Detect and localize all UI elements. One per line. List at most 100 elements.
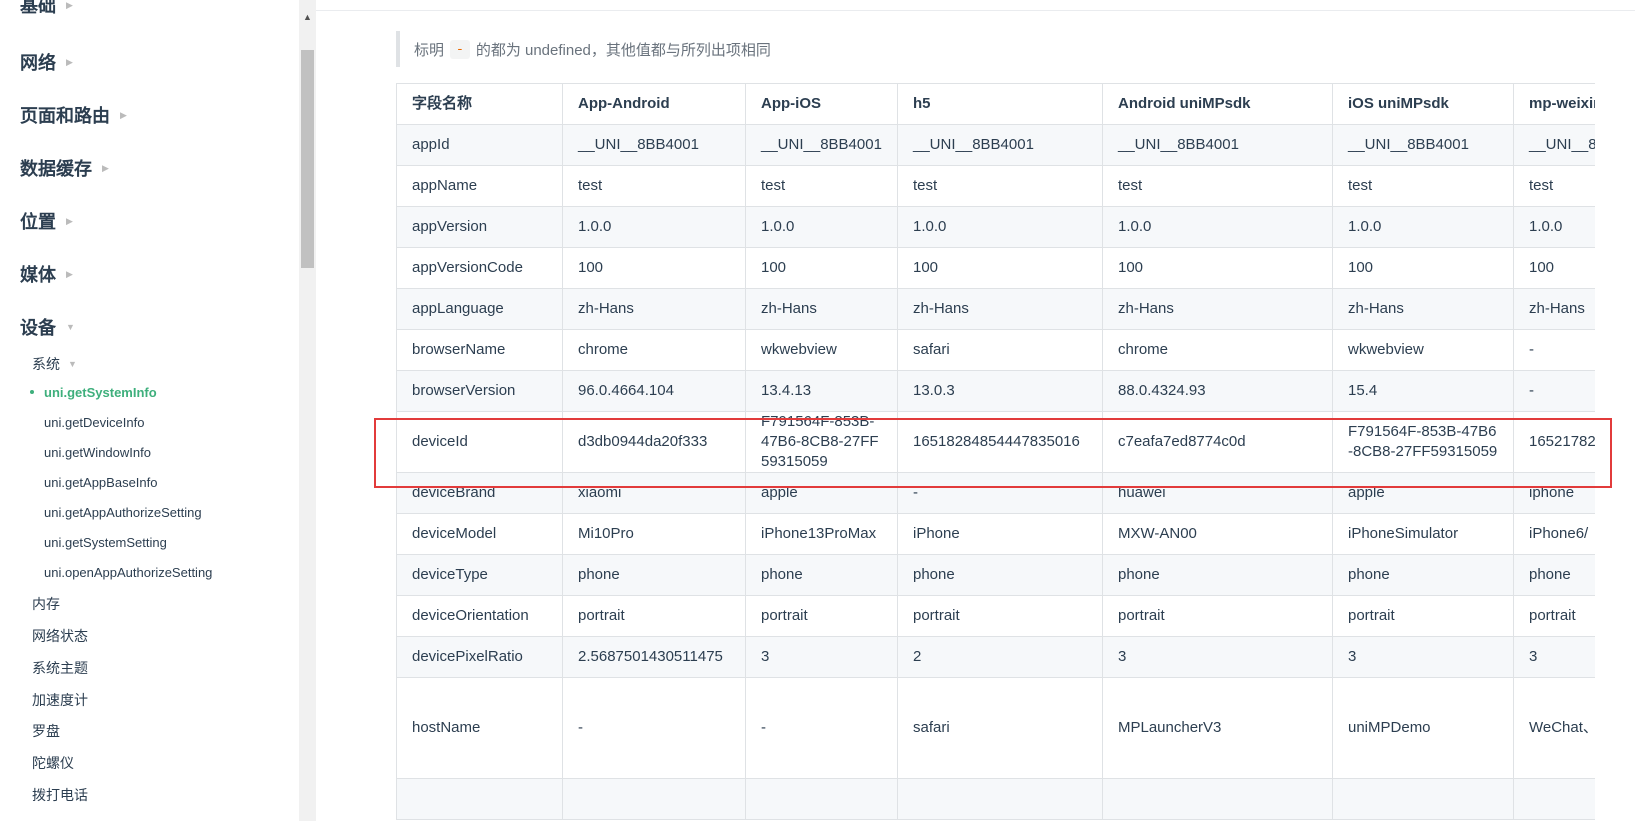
table-cell: iPhoneSimulator	[1332, 513, 1514, 555]
chevron-down-icon: ▼	[66, 322, 75, 332]
scrollbar-thumb[interactable]	[301, 50, 314, 268]
sidebar-group-label: 媒体	[20, 265, 56, 285]
sidebar-item-openappauthorizesetting[interactable]: uni.openAppAuthorizeSetting	[44, 565, 212, 580]
table-cell: deviceOrientation	[396, 595, 563, 637]
table-cell: 13.4.13	[745, 370, 898, 412]
table-header-cell: mp-weixin	[1513, 83, 1595, 125]
table-cell: 1.0.0	[1513, 206, 1595, 248]
table-cell: portrait	[1102, 595, 1333, 637]
table-cell: phone	[1332, 554, 1514, 596]
sidebar-item-getsysteminfo[interactable]: uni.getSystemInfo	[30, 385, 157, 400]
table-cell: apple	[745, 472, 898, 514]
table-cell: iphone	[1513, 472, 1595, 514]
table-cell: 13.0.3	[897, 370, 1103, 412]
table-row: deviceType phone phone phone phone phone…	[396, 554, 1595, 596]
table-cell: 100	[1102, 247, 1333, 289]
scroll-up-arrow-icon[interactable]: ▲	[303, 12, 312, 22]
table-header-row: 字段名称 App-Android App-iOS h5 Android uniM…	[396, 83, 1595, 125]
sidebar-group-label: 基础	[20, 0, 56, 16]
table-cell: 16518284854447835016	[897, 411, 1103, 473]
table-cell: phone	[897, 554, 1103, 596]
table-cell: zh-Hans	[562, 288, 746, 330]
sidebar-group-device[interactable]: 设备 ▼	[20, 314, 75, 340]
table-cell: 100	[745, 247, 898, 289]
table-cell: appVersionCode	[396, 247, 563, 289]
table-row: appLanguage zh-Hans zh-Hans zh-Hans zh-H…	[396, 288, 1595, 330]
table-cell: chrome	[1102, 329, 1333, 371]
sidebar-item-getsystemsetting[interactable]: uni.getSystemSetting	[44, 535, 167, 550]
chevron-right-icon: ▶	[120, 109, 127, 120]
table-row: appVersionCode 100 100 100 100 100 100	[396, 247, 1595, 289]
table-cell: test	[745, 165, 898, 207]
table-cell	[562, 778, 746, 820]
table-cell: iPhone6/	[1513, 513, 1595, 555]
table-cell: -	[897, 472, 1103, 514]
systeminfo-table-container[interactable]: 字段名称 App-Android App-iOS h5 Android uniM…	[396, 83, 1595, 821]
table-cell: 1.0.0	[897, 206, 1103, 248]
table-cell: 100	[562, 247, 746, 289]
table-row: devicePixelRatio 2.5687501430511475 3 2 …	[396, 636, 1595, 678]
sidebar-scrollbar[interactable]: ▲	[299, 0, 316, 821]
tip-block: 标明 - 的都为 undefined，其他值都与所列出项相同	[396, 31, 1596, 67]
table-cell: chrome	[562, 329, 746, 371]
sidebar-group-routing[interactable]: 页面和路由 ▶	[20, 102, 127, 128]
table-cell: -	[1513, 370, 1595, 412]
sidebar-item-memory[interactable]: 内存	[32, 594, 60, 614]
tip-code: -	[450, 39, 470, 59]
table-row: hostName - - safari MPLauncherV3 uniMPDe…	[396, 677, 1595, 779]
sidebar-group-label: 设备	[20, 318, 56, 338]
table-cell: zh-Hans	[745, 288, 898, 330]
table-cell: phone	[562, 554, 746, 596]
sidebar-item-getdeviceinfo[interactable]: uni.getDeviceInfo	[44, 415, 144, 430]
table-cell: uniMPDemo	[1332, 677, 1514, 779]
table-cell: portrait	[562, 595, 746, 637]
sidebar-item-make-phone-call[interactable]: 拨打电话	[32, 785, 88, 805]
table-cell: 3	[745, 636, 898, 678]
table-cell	[745, 778, 898, 820]
table-cell: __UNI__8BB4001	[1102, 124, 1333, 166]
sidebar-group-storage[interactable]: 数据缓存 ▶	[20, 155, 109, 181]
table-cell	[1513, 778, 1595, 820]
table-cell: test	[1102, 165, 1333, 207]
sidebar-group-media[interactable]: 媒体 ▶	[20, 261, 73, 287]
table-cell: deviceId	[396, 411, 563, 473]
sidebar-item-gyroscope[interactable]: 陀螺仪	[32, 753, 74, 773]
table-cell: portrait	[897, 595, 1103, 637]
active-dot-icon	[30, 390, 34, 394]
table-cell: deviceType	[396, 554, 563, 596]
sidebar-subgroup-system[interactable]: 系统 ▼	[32, 354, 77, 374]
table-cell: __UNI__8BB4001	[745, 124, 898, 166]
sidebar-subgroup-label: 系统	[32, 356, 60, 372]
table-cell: xiaomi	[562, 472, 746, 514]
table-cell	[396, 778, 563, 820]
table-cell: apple	[1332, 472, 1514, 514]
sidebar-group-basic[interactable]: 基础 ▶	[20, 0, 73, 18]
table-row: deviceModel Mi10Pro iPhone13ProMax iPhon…	[396, 513, 1595, 555]
table-cell: 100	[897, 247, 1103, 289]
table-cell: test	[1513, 165, 1595, 207]
sidebar-item-getappauthorizesetting[interactable]: uni.getAppAuthorizeSetting	[44, 505, 202, 520]
table-cell: 2	[897, 636, 1103, 678]
table-row: appName test test test test test test	[396, 165, 1595, 207]
sidebar-item-getwindowinfo[interactable]: uni.getWindowInfo	[44, 445, 151, 460]
sidebar-item-compass[interactable]: 罗盘	[32, 721, 60, 741]
chevron-right-icon: ▶	[66, 215, 73, 226]
table-row: deviceOrientation portrait portrait port…	[396, 595, 1595, 637]
sidebar-item-system-theme[interactable]: 系统主题	[32, 658, 88, 678]
table-cell: d3db0944da20f333	[562, 411, 746, 473]
chevron-right-icon: ▶	[66, 56, 73, 67]
table-cell: __UNI__8BB4001	[897, 124, 1103, 166]
table-cell: wkwebview	[1332, 329, 1514, 371]
chevron-right-icon: ▶	[102, 162, 109, 173]
table-cell: appName	[396, 165, 563, 207]
table-cell: phone	[1102, 554, 1333, 596]
table-cell: test	[897, 165, 1103, 207]
sidebar-group-network[interactable]: 网络 ▶	[20, 49, 73, 75]
sidebar-item-getappbaseinfo[interactable]: uni.getAppBaseInfo	[44, 475, 157, 490]
sidebar-item-accelerometer[interactable]: 加速度计	[32, 690, 88, 710]
sidebar-item-label: uni.getSystemInfo	[44, 385, 157, 400]
sidebar-item-network-status[interactable]: 网络状态	[32, 626, 88, 646]
table-cell: devicePixelRatio	[396, 636, 563, 678]
sidebar-group-location[interactable]: 位置 ▶	[20, 208, 73, 234]
table-cell: test	[562, 165, 746, 207]
